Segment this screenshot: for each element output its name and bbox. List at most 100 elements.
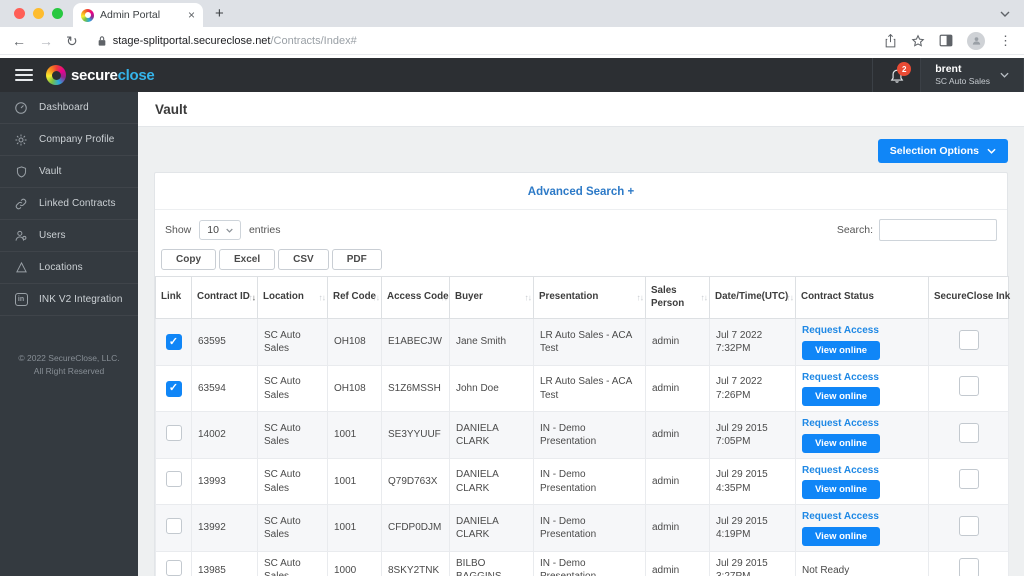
presentation-cell: IN - Demo Presentation <box>533 504 646 552</box>
contract-id-cell: 13985 <box>191 550 258 576</box>
forward-icon[interactable]: → <box>39 34 53 48</box>
tab-overview-chevron-icon[interactable] <box>1000 11 1010 17</box>
secureclose-logo[interactable]: secureclose <box>46 58 155 92</box>
page-title: Vault <box>155 101 188 117</box>
contract-status-text: Not Ready <box>802 564 850 576</box>
contract-status-text[interactable]: Request Access <box>802 464 922 478</box>
view-online-button[interactable]: View online <box>802 387 881 407</box>
tab-close-icon[interactable]: × <box>188 9 195 21</box>
contract-status-text[interactable]: Request Access <box>802 371 922 385</box>
access-code-cell: CFDP0DJM <box>381 504 450 552</box>
browser-profile-avatar[interactable] <box>967 31 985 50</box>
link-checkbox[interactable] <box>165 424 182 441</box>
pdf-button[interactable]: PDF <box>331 249 382 270</box>
page-size-select[interactable]: 10 <box>199 220 241 240</box>
date-time-cell: Jul 29 2015 7:05PM <box>709 411 796 459</box>
vault-card: Advanced Search + Show 10 entries Search… <box>154 172 1010 576</box>
split-view-icon[interactable] <box>939 34 953 47</box>
window-minimize-button[interactable] <box>33 8 44 19</box>
ink-checkbox[interactable] <box>958 469 979 490</box>
window-zoom-button[interactable] <box>52 8 63 19</box>
contract-status-text[interactable]: Request Access <box>802 510 922 524</box>
copy-button[interactable]: Copy <box>161 249 216 270</box>
dashboard-icon <box>14 101 28 115</box>
link-checkbox[interactable] <box>165 471 182 488</box>
access-code-cell: SE3YYUUF <box>381 411 450 459</box>
col-access-code[interactable]: Access Code ↑↓ <box>381 275 450 320</box>
contract-status-text[interactable]: Request Access <box>802 324 922 338</box>
view-online-button[interactable]: View online <box>802 433 881 453</box>
selection-options-button[interactable]: Selection Options <box>877 139 1008 163</box>
date-time-cell: Jul 29 20153:27PM <box>709 550 796 576</box>
col-sales-person[interactable]: Sales Person ↑↓ <box>645 275 710 320</box>
sidebar-item-users[interactable]: Users <box>0 220 138 252</box>
sidebar-item-vault[interactable]: Vault <box>0 156 138 188</box>
ink-checkbox[interactable] <box>958 376 979 397</box>
col-ref-code[interactable]: Ref Code ↑↓ <box>327 275 382 320</box>
col-buyer[interactable]: Buyer ↑↓ <box>449 275 534 320</box>
sidebar-item-dashboard[interactable]: Dashboard <box>0 92 138 124</box>
link-checkbox[interactable] <box>165 380 182 397</box>
date-time-cell: Jul 7 2022 7:26PM <box>709 364 796 413</box>
sidebar-item-ink-v2-integration[interactable]: in INK V2 Integration <box>0 284 138 316</box>
bookmark-star-icon[interactable] <box>911 34 925 48</box>
ink-checkbox[interactable] <box>958 422 979 443</box>
link-checkbox[interactable] <box>165 517 182 534</box>
chevron-down-icon <box>987 148 996 154</box>
user-name: brent <box>935 63 962 76</box>
buyer-cell: BILBO BAGGINS <box>449 550 534 576</box>
presentation-cell: IN - Demo Presentation <box>533 457 646 506</box>
contract-id-cell: 63595 <box>191 318 258 366</box>
hamburger-menu-icon[interactable] <box>15 58 33 92</box>
link-icon <box>14 197 28 211</box>
buyer-cell: DANIELA CLARK <box>449 411 534 459</box>
contract-id-cell: 14002 <box>191 411 258 459</box>
share-icon[interactable] <box>884 33 897 48</box>
date-time-cell: Jul 29 2015 4:19PM <box>709 504 796 552</box>
col-secureclose-ink: SecureClose Ink <box>928 275 1010 320</box>
browser-menu-icon[interactable]: ⋮ <box>999 33 1012 49</box>
sidebar-item-locations[interactable]: Locations <box>0 252 138 284</box>
contract-status-cell: Request Access View online <box>795 364 929 413</box>
access-code-cell: Q79D763X <box>381 457 450 506</box>
table-row: 14002 SC Auto Sales 1001 SE3YYUUF DANIEL… <box>155 411 1009 459</box>
reload-icon[interactable]: ↻ <box>66 34 78 48</box>
col-date-time[interactable]: Date/Time(UTC) ↑↓ <box>709 275 796 320</box>
view-online-button[interactable]: View online <box>802 340 881 360</box>
new-tab-button[interactable]: + <box>215 5 224 22</box>
app-header: secureclose 2 brent SC Auto Sales <box>0 58 1024 92</box>
address-bar[interactable]: stage-splitportal.secureclose.net/Contra… <box>97 35 357 47</box>
col-contract-id[interactable]: Contract ID ↑↓ <box>191 275 258 320</box>
select-chevron-icon <box>226 228 233 233</box>
contract-id-cell: 13992 <box>191 504 258 552</box>
ink-checkbox[interactable] <box>958 558 979 576</box>
search-input[interactable] <box>879 219 997 241</box>
user-menu[interactable]: brent SC Auto Sales <box>920 58 1024 92</box>
view-online-button[interactable]: View online <box>802 526 881 546</box>
excel-button[interactable]: Excel <box>219 249 276 270</box>
browser-tab[interactable]: Admin Portal × <box>73 3 203 27</box>
advanced-search-link[interactable]: Advanced Search + <box>528 186 634 198</box>
notifications-button[interactable]: 2 <box>872 58 920 92</box>
location-cell: SC Auto Sales <box>257 457 328 506</box>
link-checkbox[interactable] <box>165 560 182 576</box>
col-presentation[interactable]: Presentation ↑↓ <box>533 275 646 320</box>
sales-person-cell: admin <box>645 550 710 576</box>
csv-button[interactable]: CSV <box>278 249 329 270</box>
link-checkbox[interactable] <box>165 334 182 351</box>
buyer-cell: DANIELA CLARK <box>449 457 534 506</box>
show-label: Show <box>165 224 192 236</box>
contract-status-text[interactable]: Request Access <box>802 417 922 431</box>
back-icon[interactable]: ← <box>12 34 26 48</box>
window-close-button[interactable] <box>14 8 25 19</box>
date-time-cell: Jul 29 2015 4:35PM <box>709 457 796 506</box>
ink-checkbox[interactable] <box>958 329 979 350</box>
col-location[interactable]: Location ↑↓ <box>257 275 328 320</box>
sidebar-item-company-profile[interactable]: Company Profile <box>0 124 138 156</box>
sales-person-cell: admin <box>645 411 710 459</box>
ink-checkbox[interactable] <box>958 515 979 536</box>
view-online-button[interactable]: View online <box>802 480 881 500</box>
sidebar-copyright: © 2022 SecureClose, LLC. All Right Reser… <box>18 353 120 377</box>
sidebar-item-linked-contracts[interactable]: Linked Contracts <box>0 188 138 220</box>
url-domain: stage-splitportal.secureclose.net <box>112 34 271 47</box>
